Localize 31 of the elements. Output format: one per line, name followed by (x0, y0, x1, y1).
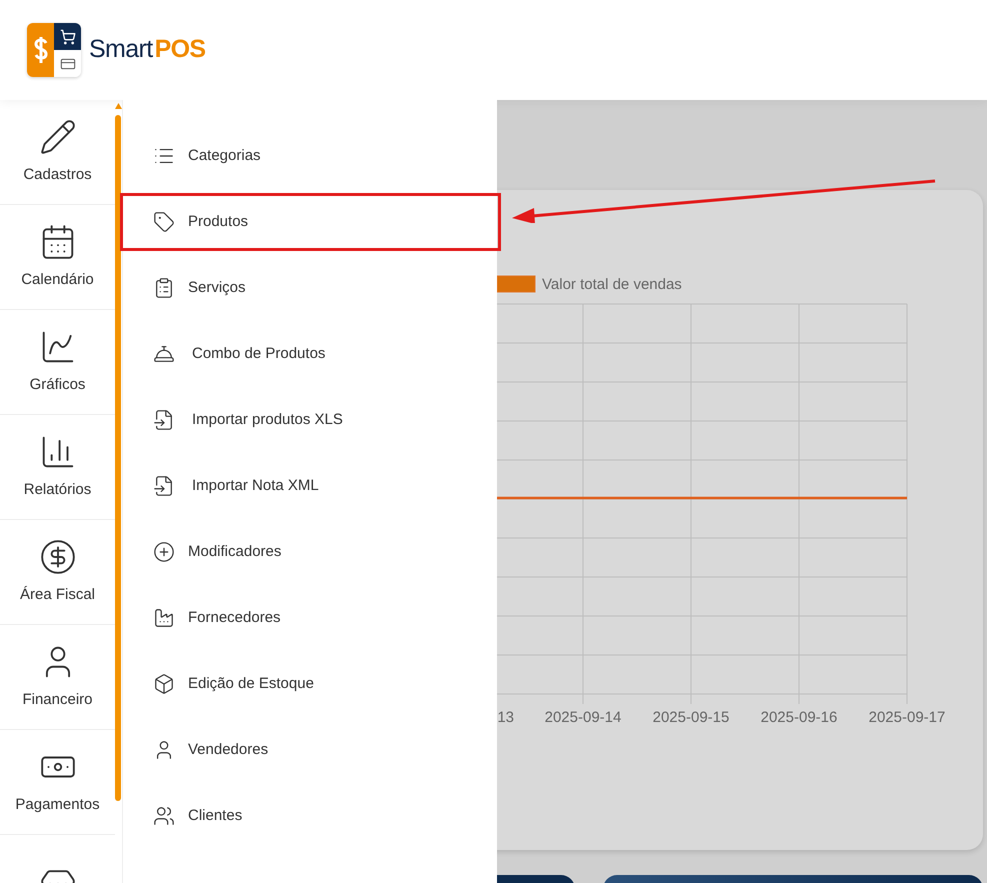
axis-label: 2025-09-14 (544, 709, 622, 726)
submenu-item[interactable]: Fornecedores (153, 606, 281, 630)
clipboard-icon (153, 277, 175, 299)
submenu-item[interactable]: Serviços (153, 276, 246, 300)
submenu-item[interactable]: Vendedores (153, 738, 268, 762)
axis-label: 13 (497, 709, 514, 726)
legend-label: Valor total de vendas (542, 276, 682, 293)
logo-text: SmartPOS (89, 34, 206, 66)
box-icon (153, 673, 175, 695)
axis-label: 2025-09-17 (868, 709, 946, 726)
submenu-item[interactable]: Clientes (153, 804, 242, 828)
tag-icon (153, 211, 175, 233)
file-import-icon (153, 475, 175, 497)
people-icon (153, 805, 175, 827)
submenu-item[interactable]: Categorias (153, 144, 261, 168)
submenu-item[interactable]: Importar produtos XLS (153, 408, 343, 432)
cloche-icon (153, 343, 175, 365)
logo-icon (27, 23, 81, 77)
axis-label: 2025-09-15 (652, 709, 730, 726)
legend-swatch (496, 276, 536, 292)
plus-circle-icon (153, 541, 175, 563)
factory-icon (153, 607, 175, 629)
file-import-icon (153, 409, 175, 431)
axis-label: 2025-09-16 (760, 709, 838, 726)
submenu-item[interactable]: Combo de Produtos (153, 342, 326, 366)
submenu-item[interactable]: Produtos (153, 210, 248, 234)
pencil-icon (38, 118, 76, 156)
dollar-circle-icon (38, 538, 76, 576)
submenu-item[interactable]: Importar Nota XML (153, 474, 319, 498)
submenu-item[interactable]: Edição de Estoque (153, 672, 314, 696)
submenu-item[interactable]: Modificadores (153, 540, 282, 564)
